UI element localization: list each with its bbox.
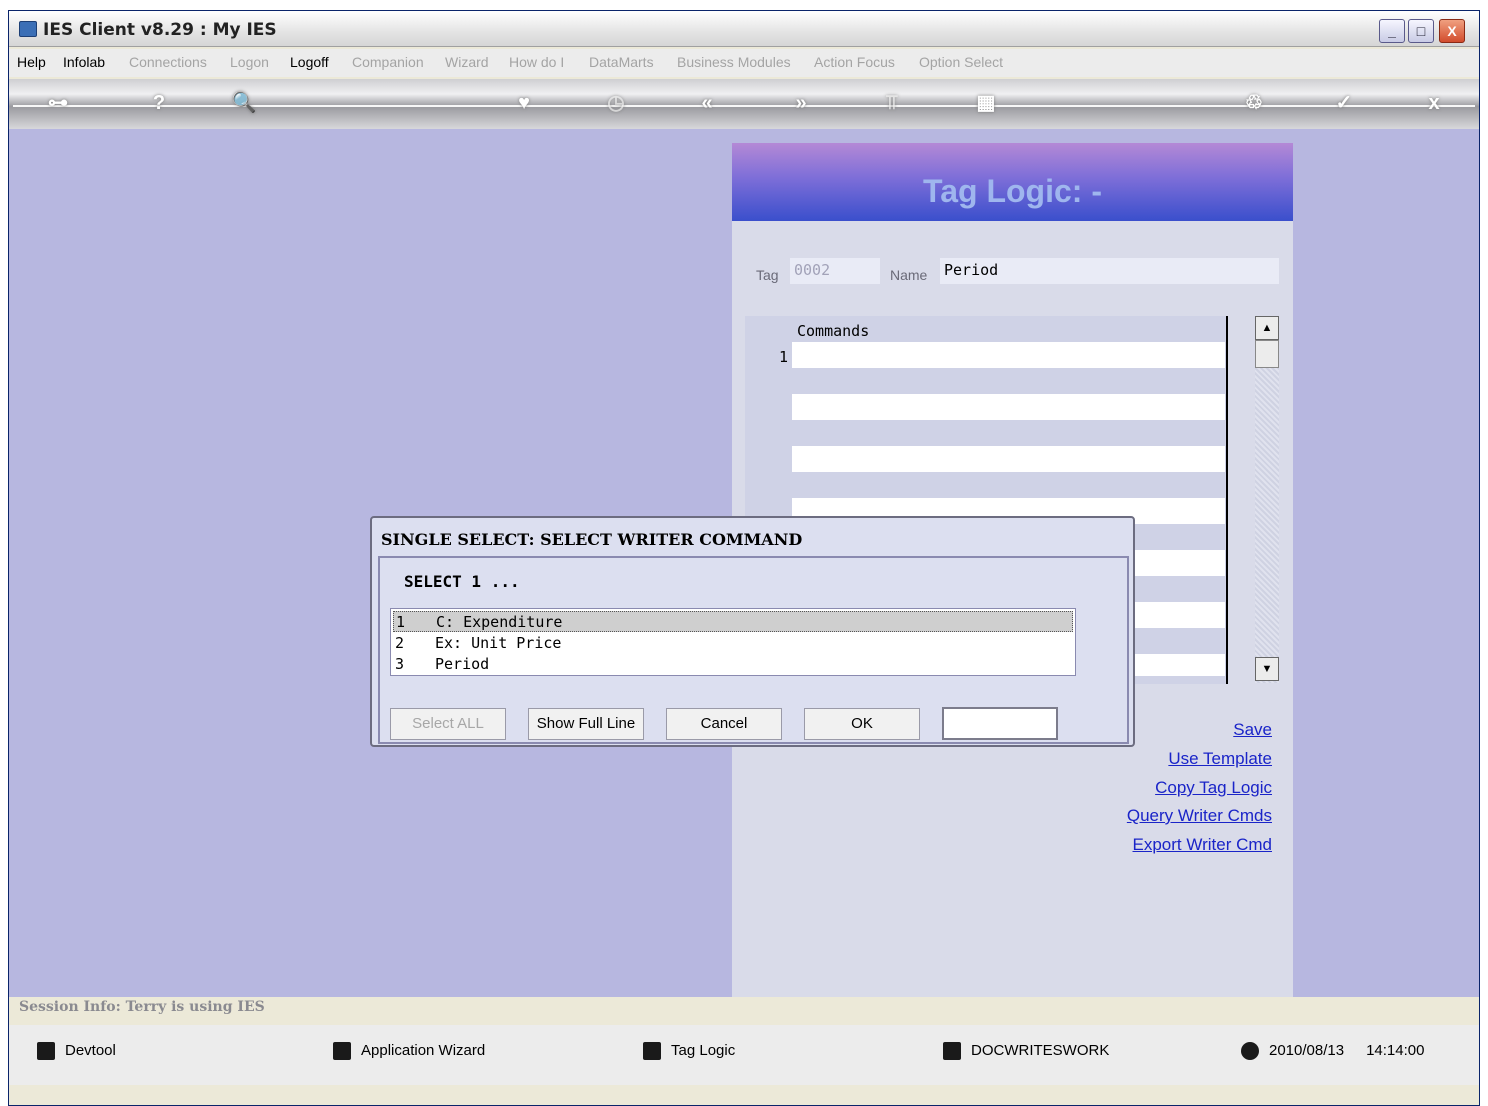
status-db[interactable]: DOCWRITESWORK [943,1042,1110,1061]
select-all-button[interactable]: Select ALL [390,708,506,740]
tag-label: Tag [756,267,779,283]
panel-title: Tag Logic: - [923,173,1102,209]
tag-logic-icon [643,1042,661,1061]
list-item[interactable]: 2 Ex: Unit Price [393,633,1073,654]
clock-icon[interactable]: ◷ [601,90,631,116]
show-full-line-button[interactable]: Show Full Line [528,708,644,740]
check-icon[interactable]: ✓ [1329,90,1359,116]
list-item-label: C: Expenditure [436,613,563,631]
list-item-number: 1 [396,613,406,631]
row-number: 1 [779,348,789,366]
list-item-number: 2 [395,634,405,652]
query-writer-cmds-link[interactable]: Query Writer Cmds [1127,806,1272,826]
select-prompt: SELECT 1 ... [404,572,520,591]
status-devtool[interactable]: Devtool [37,1042,116,1061]
menu-how-do-i[interactable]: How do I [509,54,564,70]
menu-option-select[interactable]: Option Select [919,54,1003,70]
scroll-up-icon[interactable]: ▲ [1255,316,1279,340]
title-bar[interactable]: IES Client v8.29 : My IES _ □ X [9,11,1479,47]
command-row[interactable] [792,394,1225,420]
list-item[interactable]: 3 Period [393,654,1073,675]
status-tag-logic[interactable]: Tag Logic [643,1042,736,1061]
panel-header: Tag Logic: - [732,143,1293,221]
status-db-label: DOCWRITESWORK [971,1042,1110,1059]
database-icon [943,1042,961,1061]
status-bar: Devtool Application Wizard Tag Logic DOC… [9,1025,1479,1085]
selection-input[interactable] [942,707,1058,740]
grid-icon[interactable]: ▦ [971,90,1001,116]
list-item[interactable]: 1 C: Expenditure [393,611,1073,632]
menu-bar: Help Infolab Connections Logon Logoff Co… [9,49,1479,77]
ok-button[interactable]: OK [804,708,920,740]
dialog-body: SELECT 1 ... 1 C: Expenditure 2 Ex: Unit… [378,556,1129,744]
menu-companion[interactable]: Companion [352,54,424,70]
menu-logoff[interactable]: Logoff [290,54,329,70]
command-row[interactable] [792,342,1225,368]
menu-infolab[interactable]: Infolab [63,54,105,70]
status-date: 2010/08/13 [1269,1042,1345,1059]
wizard-icon [333,1042,351,1061]
menu-help[interactable]: Help [17,54,46,70]
dialog-title: SINGLE SELECT: SELECT WRITER COMMAND [381,530,803,549]
list-item-label: Ex: Unit Price [435,634,562,652]
app-icon [19,21,37,37]
status-time: 14:14:00 [1366,1042,1425,1059]
forward-icon[interactable]: » [786,90,816,116]
status-tag-logic-label: Tag Logic [671,1042,736,1059]
list-item-label: Period [435,655,490,673]
status-app-wizard[interactable]: Application Wizard [333,1042,486,1061]
maximize-button[interactable]: □ [1408,19,1434,43]
tag-field[interactable]: 0002 [790,258,880,284]
commands-header: Commands [797,322,870,340]
cancel-button[interactable]: Cancel [666,708,782,740]
heart-icon[interactable]: ♥ [509,90,539,116]
devtool-icon [37,1042,55,1061]
menu-datamarts[interactable]: DataMarts [589,54,654,70]
command-listbox[interactable]: 1 C: Expenditure 2 Ex: Unit Price 3 Peri… [390,608,1076,676]
session-info: Session Info: Terry is using IES [19,999,265,1015]
grid-divider [1226,316,1228,684]
tree-icon[interactable]: ⫪ [877,90,907,116]
menu-connections[interactable]: Connections [129,54,207,70]
scroll-thumb[interactable] [1255,340,1279,368]
close-icon[interactable]: x [1419,90,1449,116]
menu-logon[interactable]: Logon [230,54,269,70]
menu-action-focus[interactable]: Action Focus [814,54,895,70]
scroll-down-icon[interactable]: ▼ [1255,657,1279,681]
commands-scrollbar[interactable]: ▲ ▼ [1255,316,1279,683]
command-row[interactable] [792,446,1225,472]
select-dialog: SINGLE SELECT: SELECT WRITER COMMAND SEL… [370,516,1135,747]
export-writer-cmd-link[interactable]: Export Writer Cmd [1133,835,1273,855]
minimize-button[interactable]: _ [1379,19,1405,43]
name-field[interactable]: Period [940,258,1279,284]
status-devtool-label: Devtool [65,1042,116,1059]
copy-tag-logic-link[interactable]: Copy Tag Logic [1155,778,1272,798]
recycle-icon[interactable]: ♲ [1239,90,1269,116]
key-icon[interactable]: ⊶ [43,90,73,116]
menu-wizard[interactable]: Wizard [445,54,489,70]
name-label: Name [890,267,928,283]
clock-status-icon [1241,1042,1259,1061]
toolbar: ⊶ ? 🔍 ♥ ◷ « » ⫪ ▦ ♲ ✓ x [9,79,1479,129]
window-title: IES Client v8.29 : My IES [43,20,277,40]
use-template-link[interactable]: Use Template [1168,749,1272,769]
status-clock: 2010/08/13 14:14:00 [1241,1042,1425,1061]
help-icon[interactable]: ? [144,90,174,116]
status-app-wizard-label: Application Wizard [361,1042,486,1059]
back-icon[interactable]: « [692,90,722,116]
save-link[interactable]: Save [1233,720,1272,740]
close-button[interactable]: X [1439,19,1465,43]
list-item-number: 3 [395,655,405,673]
search-icon[interactable]: 🔍 [229,90,259,116]
menu-business-modules[interactable]: Business Modules [677,54,791,70]
